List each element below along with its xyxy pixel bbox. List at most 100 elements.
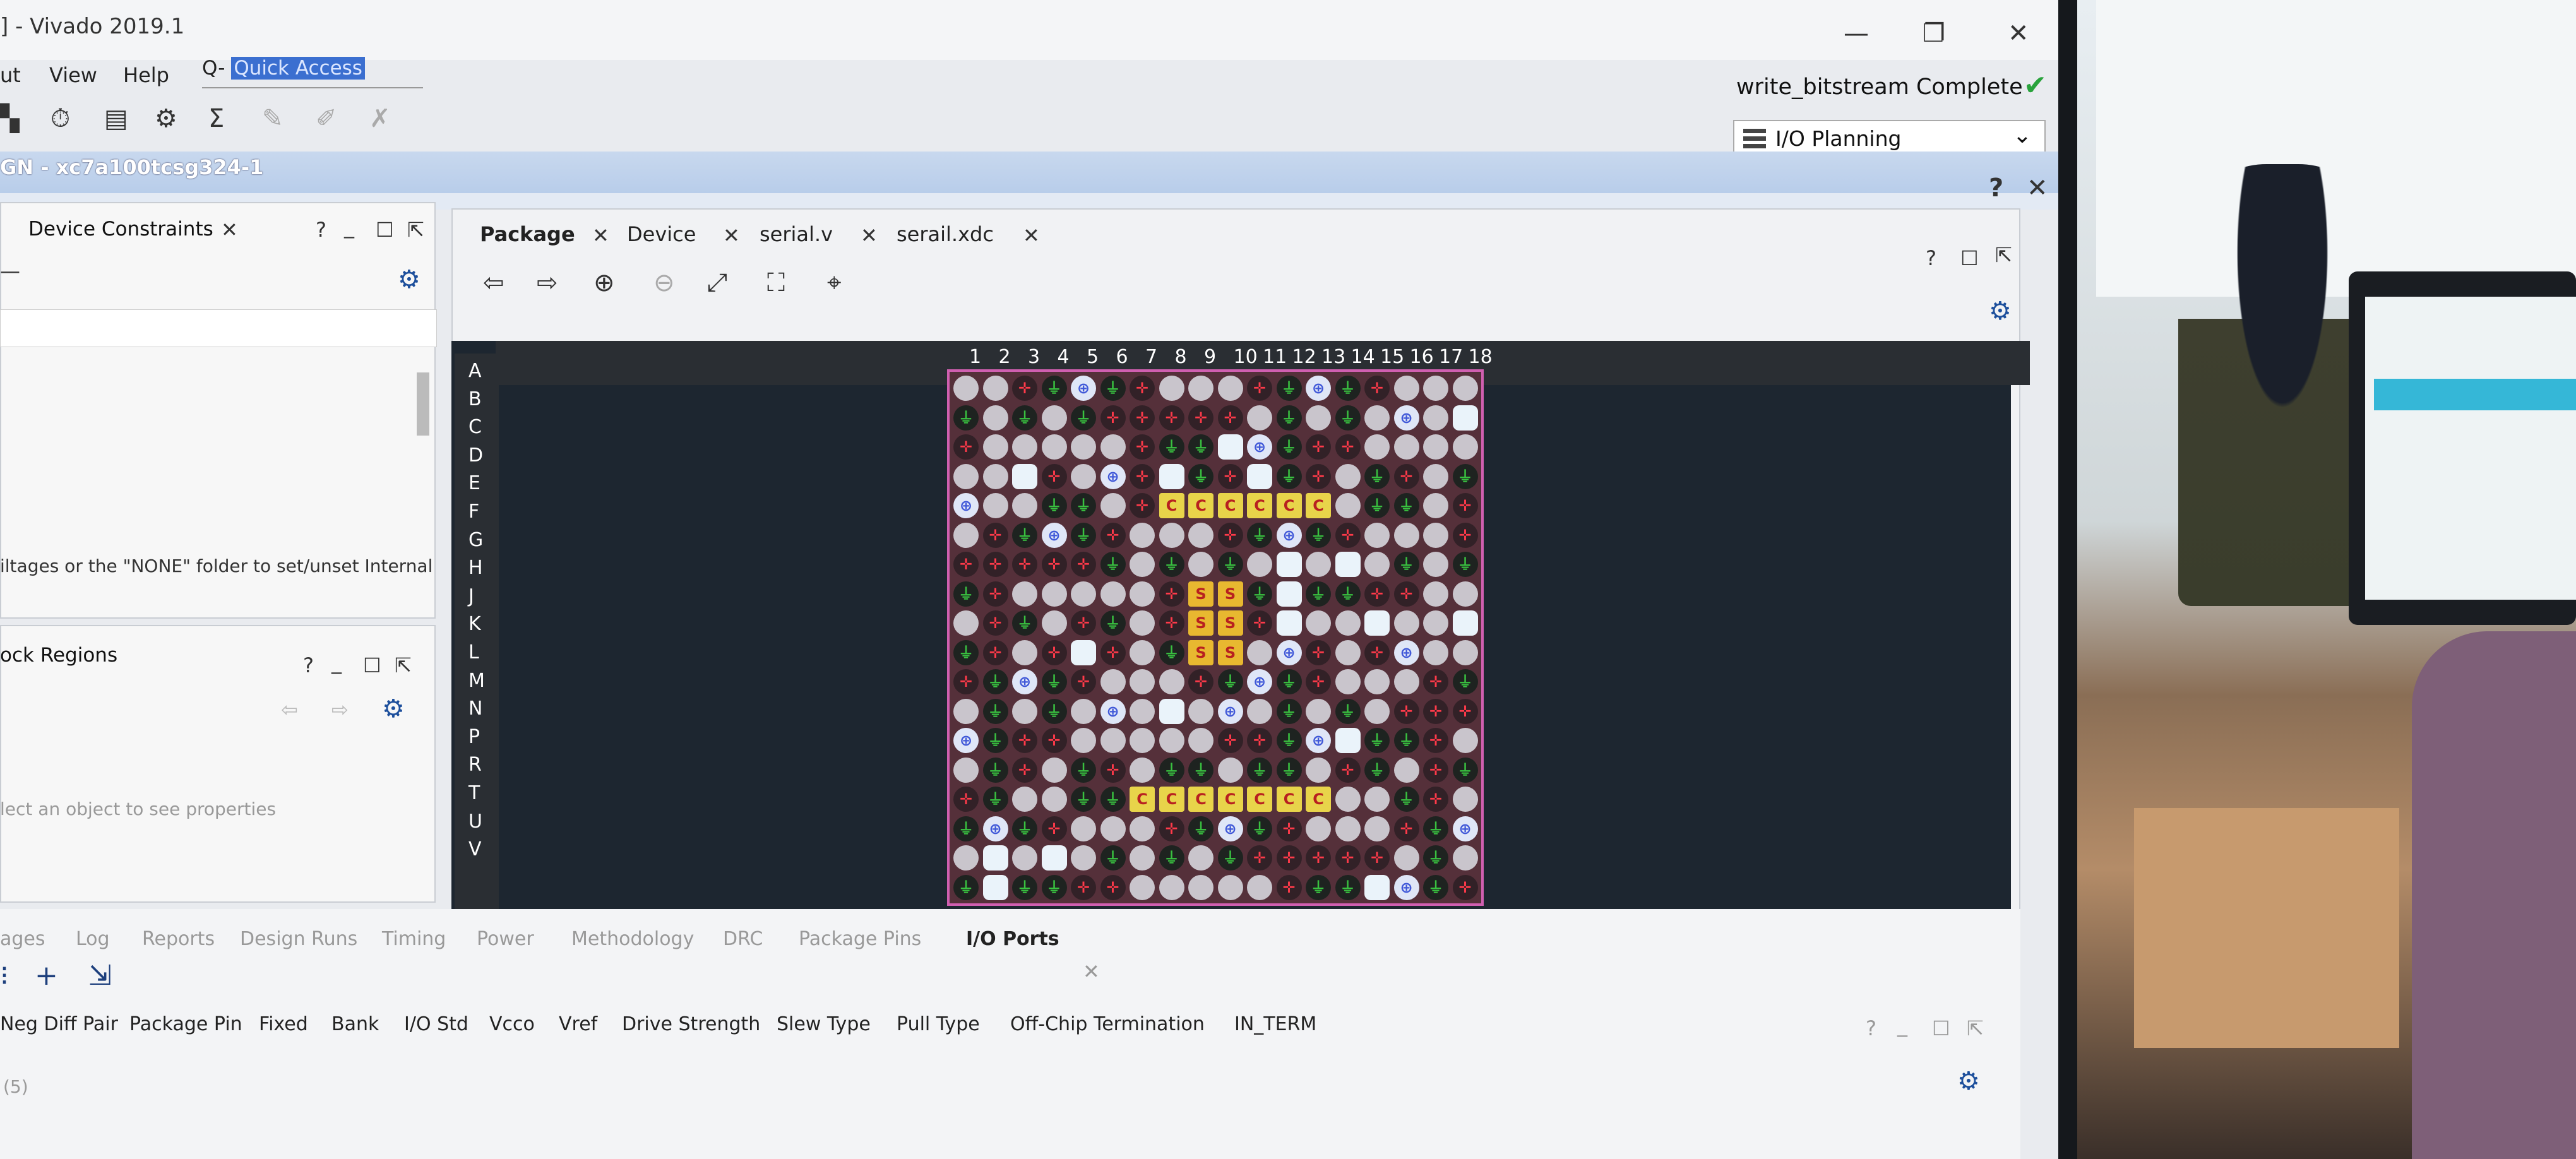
package-pin[interactable] (1188, 522, 1213, 548)
package-pin[interactable]: ✛ (953, 434, 979, 460)
tab-serail-xdc[interactable]: serail.xdc (897, 222, 994, 246)
close-icon[interactable]: ✕ (1023, 223, 1040, 247)
package-pin[interactable] (1041, 845, 1067, 871)
package-pin[interactable]: ⏚ (1364, 757, 1390, 783)
package-pin[interactable]: ✛ (1364, 639, 1390, 665)
package-pin[interactable]: ⏚ (953, 639, 979, 665)
package-pin[interactable] (1041, 434, 1067, 460)
minimize-icon[interactable]: _ (344, 215, 354, 239)
package-pin[interactable]: ⏚ (1364, 728, 1390, 753)
bottom-tab[interactable]: Reports (142, 928, 215, 950)
minimize-button[interactable]: — (1844, 19, 1869, 48)
package-pin[interactable] (1306, 552, 1331, 577)
settings-icon[interactable]: ⚙ (155, 104, 177, 133)
package-pin[interactable]: S (1188, 639, 1213, 665)
package-pin[interactable]: ⏚ (1423, 845, 1448, 871)
package-pin[interactable]: ✛ (982, 581, 1008, 607)
package-pin[interactable] (1306, 610, 1331, 636)
device-constraints-tab[interactable]: Device Constraints (28, 218, 213, 241)
minimize-icon[interactable]: _ (331, 650, 342, 674)
package-pin[interactable]: ⏚ (1071, 493, 1096, 518)
package-pin[interactable]: ✛ (1423, 787, 1448, 812)
package-pin[interactable] (1188, 874, 1213, 900)
column-header[interactable]: Fixed (259, 1013, 308, 1035)
package-pin[interactable] (1100, 493, 1126, 518)
package-pin[interactable]: ✛ (1012, 552, 1037, 577)
package-pin[interactable]: ✛ (1159, 581, 1184, 607)
package-pin[interactable]: ⏚ (953, 816, 979, 841)
package-pin[interactable] (1041, 757, 1067, 783)
package-pin[interactable] (1247, 463, 1272, 489)
gear-icon[interactable]: ⚙ (382, 694, 405, 723)
package-pin[interactable]: ✛ (1012, 376, 1037, 401)
gear-icon[interactable]: ⚙ (1957, 1067, 1980, 1096)
package-pin[interactable] (1071, 639, 1096, 665)
package-pin[interactable]: ⏚ (1247, 757, 1272, 783)
maximize-button[interactable]: ❐ (1923, 19, 1945, 48)
package-pin[interactable] (1012, 463, 1037, 489)
package-pin[interactable]: ⏚ (982, 757, 1008, 783)
package-pin[interactable]: ⏚ (1364, 493, 1390, 518)
package-pin[interactable]: C (1306, 787, 1331, 812)
package-pin[interactable] (1452, 376, 1478, 401)
package-pin[interactable] (1159, 874, 1184, 900)
package-pin[interactable]: ⏚ (1188, 757, 1213, 783)
package-pin[interactable]: ⊕ (1393, 874, 1419, 900)
package-pin[interactable] (1130, 728, 1155, 753)
package-pin[interactable]: ⏚ (1335, 405, 1361, 431)
package-pin[interactable]: ⏚ (1159, 757, 1184, 783)
package-pin[interactable] (1335, 463, 1361, 489)
package-pin[interactable]: C (1130, 787, 1155, 812)
package-pin[interactable] (1306, 698, 1331, 724)
package-pin[interactable] (1423, 581, 1448, 607)
package-pin[interactable] (1452, 405, 1478, 431)
package-pin[interactable]: ✛ (953, 787, 979, 812)
package-pin[interactable] (1276, 552, 1302, 577)
package-pin[interactable] (1452, 787, 1478, 812)
bottom-tab[interactable]: Methodology (571, 928, 694, 950)
package-pin[interactable] (1100, 728, 1126, 753)
package-pin[interactable] (1364, 669, 1390, 694)
package-pin[interactable] (953, 376, 979, 401)
package-pin[interactable]: ✛ (1306, 669, 1331, 694)
package-pin[interactable]: ✛ (1276, 874, 1302, 900)
package-pin[interactable]: ⏚ (1188, 816, 1213, 841)
package-pin[interactable]: ⊕ (1041, 522, 1067, 548)
package-pin[interactable]: C (1159, 787, 1184, 812)
package-pin[interactable]: ⏚ (1452, 669, 1478, 694)
package-pin[interactable] (1423, 639, 1448, 665)
quick-access-search[interactable]: Q- Quick Access (202, 57, 423, 88)
package-pin[interactable]: ⊕ (1276, 639, 1302, 665)
package-pin[interactable] (1276, 581, 1302, 607)
package-pin[interactable] (1247, 405, 1272, 431)
package-pin[interactable] (1393, 757, 1419, 783)
package-pin[interactable]: C (1276, 493, 1302, 518)
package-pin[interactable]: ⏚ (1393, 493, 1419, 518)
package-pin[interactable] (1188, 552, 1213, 577)
add-icon[interactable]: + (35, 960, 58, 992)
package-pin[interactable]: ⏚ (1100, 845, 1126, 871)
quick-access-input[interactable]: Quick Access (231, 57, 365, 80)
package-pin[interactable]: ✛ (1276, 845, 1302, 871)
package-pin[interactable]: ⏚ (1012, 610, 1037, 636)
package-pin[interactable] (1130, 874, 1155, 900)
wrench-icon[interactable]: ✎ (262, 104, 283, 133)
package-pin[interactable]: ✛ (1452, 874, 1478, 900)
package-pin[interactable] (1159, 669, 1184, 694)
tab-serial-v[interactable]: serial.v (760, 222, 833, 246)
package-pin[interactable]: ⏚ (1423, 816, 1448, 841)
package-pin[interactable] (1335, 639, 1361, 665)
package-pin[interactable]: ✛ (982, 610, 1008, 636)
package-pin[interactable] (1071, 434, 1096, 460)
package-pin[interactable]: ✛ (1306, 434, 1331, 460)
package-pin[interactable] (1188, 845, 1213, 871)
bottom-tab[interactable]: Power (477, 928, 534, 950)
maximize-icon[interactable]: ☐ (363, 653, 381, 677)
package-pin[interactable] (1364, 787, 1390, 812)
package-pin[interactable]: C (1276, 787, 1302, 812)
sigma-icon[interactable]: Σ (208, 104, 224, 133)
float-icon[interactable]: ⇱ (1995, 243, 2012, 267)
help-icon[interactable]: ? (1989, 174, 2003, 203)
package-pin[interactable]: C (1247, 493, 1272, 518)
package-pin[interactable] (953, 610, 979, 636)
